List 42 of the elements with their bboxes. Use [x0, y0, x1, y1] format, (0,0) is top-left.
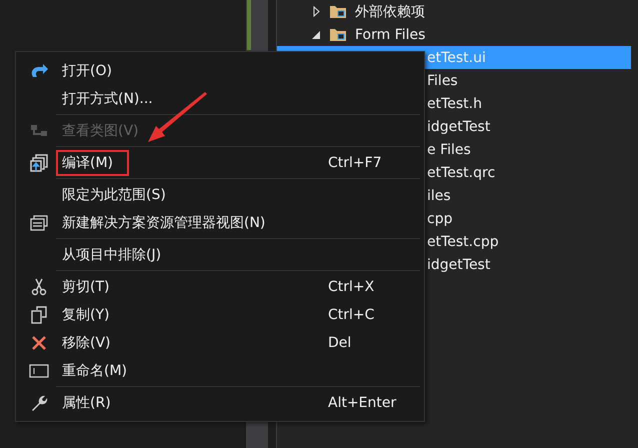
- folder-icon: [329, 27, 347, 42]
- menu-item-label: 移除(V): [62, 334, 111, 352]
- menu-item[interactable]: 剪切(T) Ctrl+X: [16, 273, 424, 301]
- menu-item[interactable]: 限定为此范围(S): [16, 181, 424, 209]
- menu-item-label: 限定为此范围(S): [62, 186, 166, 204]
- menu-item-label: 编译(M): [56, 150, 130, 176]
- menu-item-label: 新建解决方案资源管理器视图(N): [62, 214, 266, 232]
- menu-item-label: 查看类图(V): [62, 122, 139, 140]
- class-diagram-icon: [30, 124, 48, 138]
- menu-item-label: 属性(R): [62, 394, 111, 412]
- menu-item[interactable]: 属性(R) Alt+Enter: [16, 389, 424, 417]
- menu-item-label: 重命名(M): [62, 362, 128, 380]
- shortcut-text: Del: [328, 335, 352, 351]
- wrench-icon: [30, 394, 48, 412]
- menu-item[interactable]: 复制(Y) Ctrl+C: [16, 301, 424, 329]
- menu-item[interactable]: 打开方式(N)...: [16, 85, 424, 113]
- compile-icon: [30, 154, 48, 172]
- menu-item-label: 剪切(T): [62, 278, 110, 296]
- menu-item[interactable]: 新建解决方案资源管理器视图(N): [16, 209, 424, 237]
- shortcut-text: Ctrl+F7: [328, 155, 383, 171]
- shortcut-text: Alt+Enter: [328, 395, 398, 411]
- scissors-icon: [31, 278, 47, 296]
- close-icon: [31, 335, 47, 351]
- menu-item-label: 打开方式(N)...: [62, 90, 153, 108]
- collapse-triangle-icon[interactable]: [312, 30, 320, 38]
- menu-item-label: 打开(O): [62, 62, 112, 80]
- menu-item-label: 复制(Y): [62, 306, 110, 324]
- shortcut-text: Ctrl+X: [328, 279, 376, 295]
- menu-item[interactable]: 从项目中排除(J): [16, 241, 424, 269]
- menu-item[interactable]: 重命名(M): [16, 357, 424, 385]
- menu-item[interactable]: 编译(M) Ctrl+F7: [16, 149, 424, 177]
- window-icon: [30, 215, 48, 231]
- copy-icon: [31, 306, 47, 324]
- menu-item-label: 从项目中排除(J): [62, 246, 162, 264]
- tree-item[interactable]: 外部依赖项: [277, 0, 631, 23]
- text-field-icon: [29, 364, 49, 378]
- shortcut-text: Ctrl+C: [328, 307, 376, 323]
- tree-item[interactable]: Form Files: [277, 23, 631, 46]
- redo-arrow-icon: [29, 63, 49, 79]
- folder-icon: [329, 4, 347, 19]
- expand-triangle-icon[interactable]: [312, 6, 320, 17]
- menu-item[interactable]: 移除(V) Del: [16, 329, 424, 357]
